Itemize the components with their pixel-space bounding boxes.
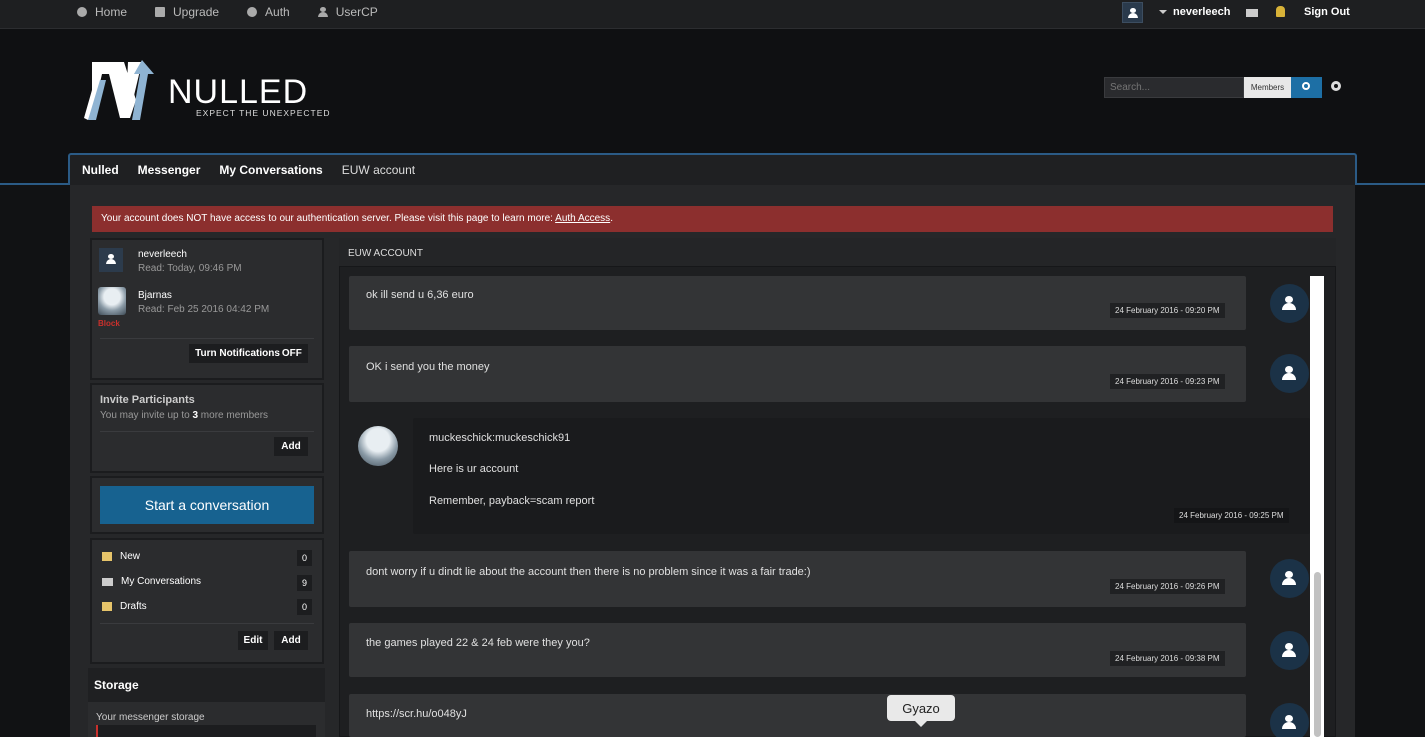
user-icon	[1282, 296, 1296, 310]
avatar[interactable]	[1270, 703, 1309, 737]
search-bar: Members	[1104, 77, 1322, 98]
message-timestamp: 24 February 2016 - 09:23 PM	[1110, 374, 1225, 389]
logo-text: NULLED	[168, 73, 309, 111]
sign-out-link[interactable]: Sign Out	[1304, 6, 1350, 18]
search-input[interactable]	[1104, 77, 1244, 98]
message-timestamp: 24 February 2016 - 09:25 PM	[1174, 508, 1289, 523]
user-icon	[1282, 643, 1296, 657]
message-text: Here is ur account	[429, 463, 519, 475]
invite-description: You may invite up to 3 more members	[100, 410, 269, 421]
storage-bar-fill	[96, 725, 98, 737]
gear-icon[interactable]	[1331, 81, 1341, 91]
user-icon	[317, 7, 328, 17]
avatar[interactable]	[1270, 284, 1309, 323]
storage-title: Storage	[88, 668, 325, 702]
message-text: muckeschick:muckeschick91	[429, 432, 571, 444]
avatar[interactable]	[1270, 631, 1309, 670]
breadcrumb-my-conversations[interactable]: My Conversations	[219, 163, 322, 177]
message-timestamp: 24 February 2016 - 09:38 PM	[1110, 651, 1225, 666]
folder-icon	[102, 602, 112, 611]
message-text: the games played 22 & 24 feb were they y…	[366, 637, 590, 649]
user-icon	[1282, 715, 1296, 729]
participant-read: Read: Today, 09:46 PM	[138, 263, 242, 274]
chevron-down-icon[interactable]	[1159, 10, 1167, 14]
folder-add-button[interactable]: Add	[274, 631, 308, 650]
nav-home[interactable]: Home	[77, 5, 127, 19]
scrollbar-thumb[interactable]	[1314, 572, 1321, 737]
message: the games played 22 & 24 feb were they y…	[349, 623, 1246, 677]
block-link[interactable]: Block	[98, 319, 120, 328]
top-nav: Home Upgrade Auth UserCP	[77, 0, 406, 24]
search-scope-button[interactable]: Members	[1244, 77, 1291, 98]
conversation-title: EUW ACCOUNT	[339, 238, 1336, 267]
breadcrumb-messenger[interactable]: Messenger	[138, 163, 201, 177]
avatar[interactable]	[358, 426, 398, 466]
folder-icon	[102, 552, 112, 561]
start-conversation-button[interactable]: Start a conversation	[100, 486, 314, 524]
folder-my-conversations[interactable]: My Conversations	[102, 576, 201, 587]
message-timestamp: 24 February 2016 - 09:26 PM	[1110, 579, 1225, 594]
auth-access-link[interactable]: Auth Access	[555, 213, 610, 224]
message-timestamp: 24 February 2016 - 09:20 PM	[1110, 303, 1225, 318]
mail-icon[interactable]	[1246, 9, 1258, 17]
folder-drafts[interactable]: Drafts	[102, 601, 147, 612]
storage-label: Your messenger storage	[96, 712, 205, 723]
divider	[100, 623, 314, 624]
user-icon	[1282, 366, 1296, 380]
message: https://scr.hu/o048yJ	[349, 694, 1246, 737]
divider	[100, 338, 314, 339]
avatar[interactable]	[1270, 354, 1309, 393]
gyazo-tooltip: Gyazo	[887, 695, 955, 727]
logo-tagline: EXPECT THE UNEXPECTED	[196, 108, 331, 118]
breadcrumb-current: EUW account	[341, 163, 416, 177]
avatar[interactable]	[99, 248, 123, 272]
message-text: OK i send you the money	[366, 361, 490, 373]
user-icon	[106, 254, 116, 264]
invite-title: Invite Participants	[100, 394, 195, 406]
globe-icon	[247, 7, 258, 17]
mail-icon	[102, 577, 113, 586]
user-icon	[1128, 8, 1138, 18]
user-icon	[1282, 571, 1296, 585]
folder-edit-button[interactable]: Edit	[238, 631, 268, 650]
nav-upgrade[interactable]: Upgrade	[155, 5, 219, 19]
breadcrumb-nulled[interactable]: Nulled	[82, 163, 119, 177]
folder-count: 0	[297, 550, 312, 566]
message-text: dont worry if u dindt lie about the acco…	[366, 566, 811, 578]
invite-add-button[interactable]: Add	[274, 437, 308, 456]
folder-count: 0	[297, 599, 312, 615]
chat-bubble-icon	[77, 7, 87, 17]
notifications-toggle-button[interactable]: Turn Notifications OFF	[189, 344, 308, 363]
message-link[interactable]: https://scr.hu/o048yJ	[366, 708, 467, 720]
username-link[interactable]: neverleech	[1173, 6, 1230, 18]
participant-name[interactable]: Bjarnas	[138, 290, 172, 301]
bell-icon[interactable]	[1276, 6, 1285, 17]
nav-auth[interactable]: Auth	[247, 5, 290, 19]
search-icon	[1302, 82, 1310, 90]
divider	[100, 431, 314, 432]
user-avatar-button[interactable]	[1122, 2, 1143, 23]
folder-count: 9	[297, 575, 312, 591]
avatar[interactable]	[1270, 559, 1309, 598]
gift-icon	[155, 7, 166, 17]
logo-icon[interactable]	[84, 60, 154, 122]
breadcrumb: Nulled Messenger My Conversations EUW ac…	[82, 163, 434, 177]
participant-read: Read: Feb 25 2016 04:42 PM	[138, 304, 270, 315]
auth-alert: Your account does NOT have access to our…	[92, 206, 1333, 232]
participant-name[interactable]: neverleech	[138, 249, 187, 260]
message-text: ok ill send u 6,36 euro	[366, 289, 474, 301]
avatar[interactable]	[98, 287, 126, 315]
folder-new[interactable]: New	[102, 551, 140, 562]
message-text: Remember, payback=scam report	[429, 495, 595, 507]
nav-usercp[interactable]: UserCP	[317, 5, 378, 19]
search-button[interactable]	[1291, 77, 1322, 98]
storage-bar	[96, 725, 316, 737]
